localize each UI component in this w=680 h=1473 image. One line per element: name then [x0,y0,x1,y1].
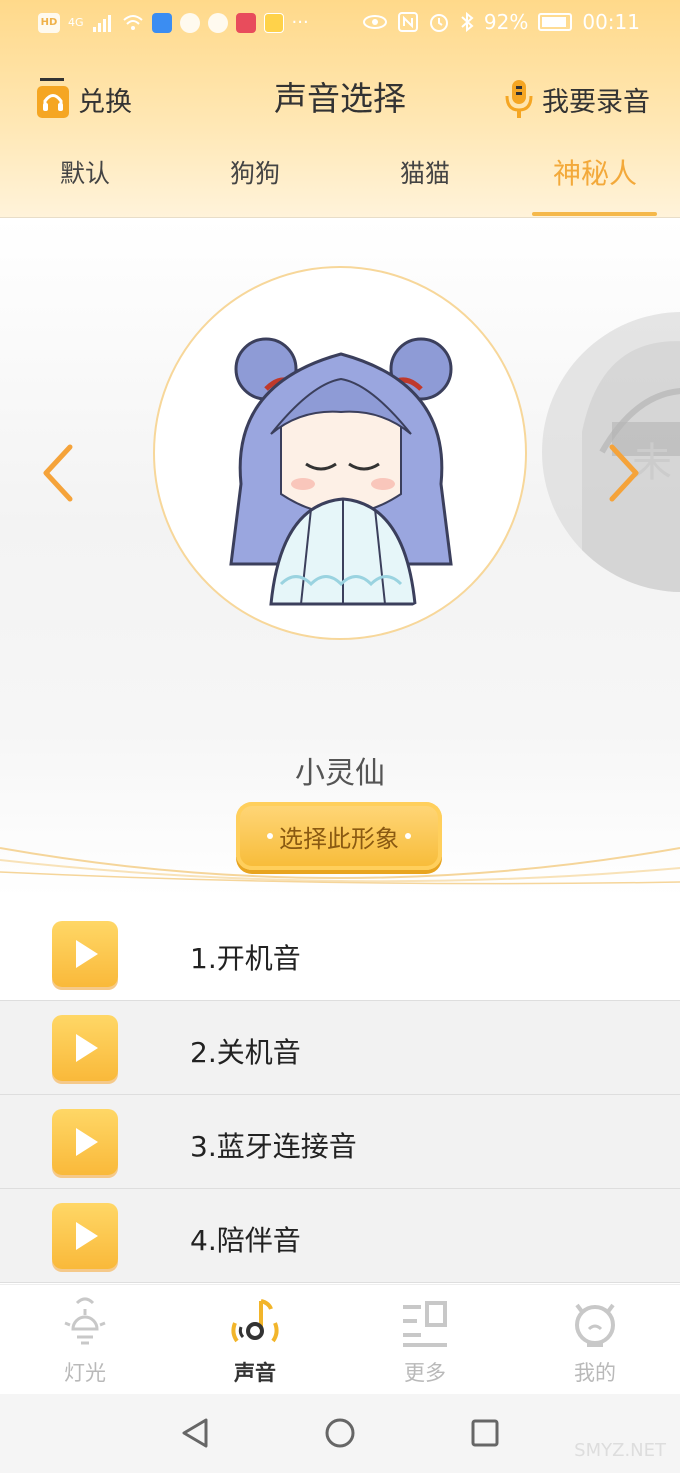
message-icon [179,12,200,33]
status-icons-right: 92% 00:11 [362,10,640,34]
active-tab-indicator [532,212,657,216]
more-icon [403,1301,447,1347]
play-icon[interactable] [52,921,118,987]
battery-percent: 92% [483,10,529,34]
select-character-button[interactable]: 选择此形象 [236,802,442,870]
button-dot-left [267,832,273,839]
hd-icon: HD [38,12,60,33]
sound-label: 3.蓝牙连接音 [190,1130,357,1163]
battery-icon [538,13,573,31]
header-area: HD 4G ··· 92% 00:11 兑换 声音选择 我要录音 默认 狗狗 猫… [0,0,680,218]
nav-item-profile[interactable]: 我的 [540,1293,650,1387]
character-avatar[interactable] [153,266,527,640]
button-dot-right [405,832,411,839]
status-icons-left: HD 4G ··· [38,12,309,33]
alipay-icon [151,12,172,33]
network-type: 4G [68,16,84,29]
voice-category-tabs: 默认 狗狗 猫猫 神秘人 [0,148,680,218]
record-label: 我要录音 [542,86,650,118]
watermark: SMYZ.NET [574,1440,666,1461]
sound-label: 4.陪伴音 [190,1224,301,1257]
signal-icon [92,14,111,32]
play-icon[interactable] [52,1015,118,1081]
clock-time: 00:11 [582,10,640,34]
nav-label-more: 更多 [404,1361,446,1385]
list-item[interactable]: 2.关机音 [0,1001,680,1095]
play-icon[interactable] [52,1109,118,1175]
bottom-navigation: 灯光 声音 更多 我的 [0,1284,680,1394]
back-icon[interactable] [178,1416,212,1450]
list-item[interactable]: 4.陪伴音 [0,1189,680,1283]
previous-arrow-icon[interactable] [38,443,78,503]
play-icon[interactable] [52,1203,118,1269]
title-bar: 兑换 声音选择 我要录音 [0,60,680,140]
tab-mystery[interactable]: 神秘人 [535,152,655,192]
character-name: 小灵仙 [295,756,385,791]
tab-cat[interactable]: 猫猫 [365,154,485,190]
nav-label-light: 灯光 [64,1361,106,1385]
character-illustration [229,337,453,606]
profile-icon [575,1303,615,1347]
mail-icon [263,12,284,33]
character-carousel: 未 小灵仙 选择此形象 [0,218,680,898]
recents-icon[interactable] [468,1416,502,1450]
sound-list: 1.开机音 2.关机音 3.蓝牙连接音 4.陪伴音 [0,907,680,1283]
wifi-icon [122,14,143,30]
alarm-icon [429,14,448,32]
sound-label: 2.关机音 [190,1036,301,1069]
sound-icon [231,1299,279,1343]
nav-label-profile: 我的 [574,1361,616,1385]
select-button-label: 选择此形象 [265,819,413,854]
tab-dog[interactable]: 狗狗 [195,154,315,190]
system-navigation-bar: SMYZ.NET [0,1394,680,1473]
nav-item-light[interactable]: 灯光 [30,1293,140,1387]
nfc-icon [397,12,418,32]
eye-icon [362,15,387,29]
home-icon[interactable] [323,1416,357,1450]
status-bar: HD 4G ··· 92% 00:11 [0,0,680,48]
next-arrow-icon[interactable] [604,443,644,503]
nav-label-sound: 声音 [234,1361,276,1385]
light-icon [64,1297,106,1345]
list-item[interactable]: 1.开机音 [0,907,680,1001]
avatar-frame [171,284,509,622]
microphone-icon [505,80,533,118]
list-item[interactable]: 3.蓝牙连接音 [0,1095,680,1189]
select-button-text: 选择此形象 [279,824,399,853]
wechat-icon [207,12,228,33]
app-notification-icon [235,12,256,33]
record-button[interactable]: 我要录音 [504,78,650,120]
nav-item-more[interactable]: 更多 [370,1293,480,1387]
nav-item-sound[interactable]: 声音 [200,1293,310,1387]
bluetooth-icon [461,12,474,32]
sound-label: 1.开机音 [190,942,301,975]
tab-default[interactable]: 默认 [25,154,145,190]
more-notifications-icon: ··· [291,12,309,33]
